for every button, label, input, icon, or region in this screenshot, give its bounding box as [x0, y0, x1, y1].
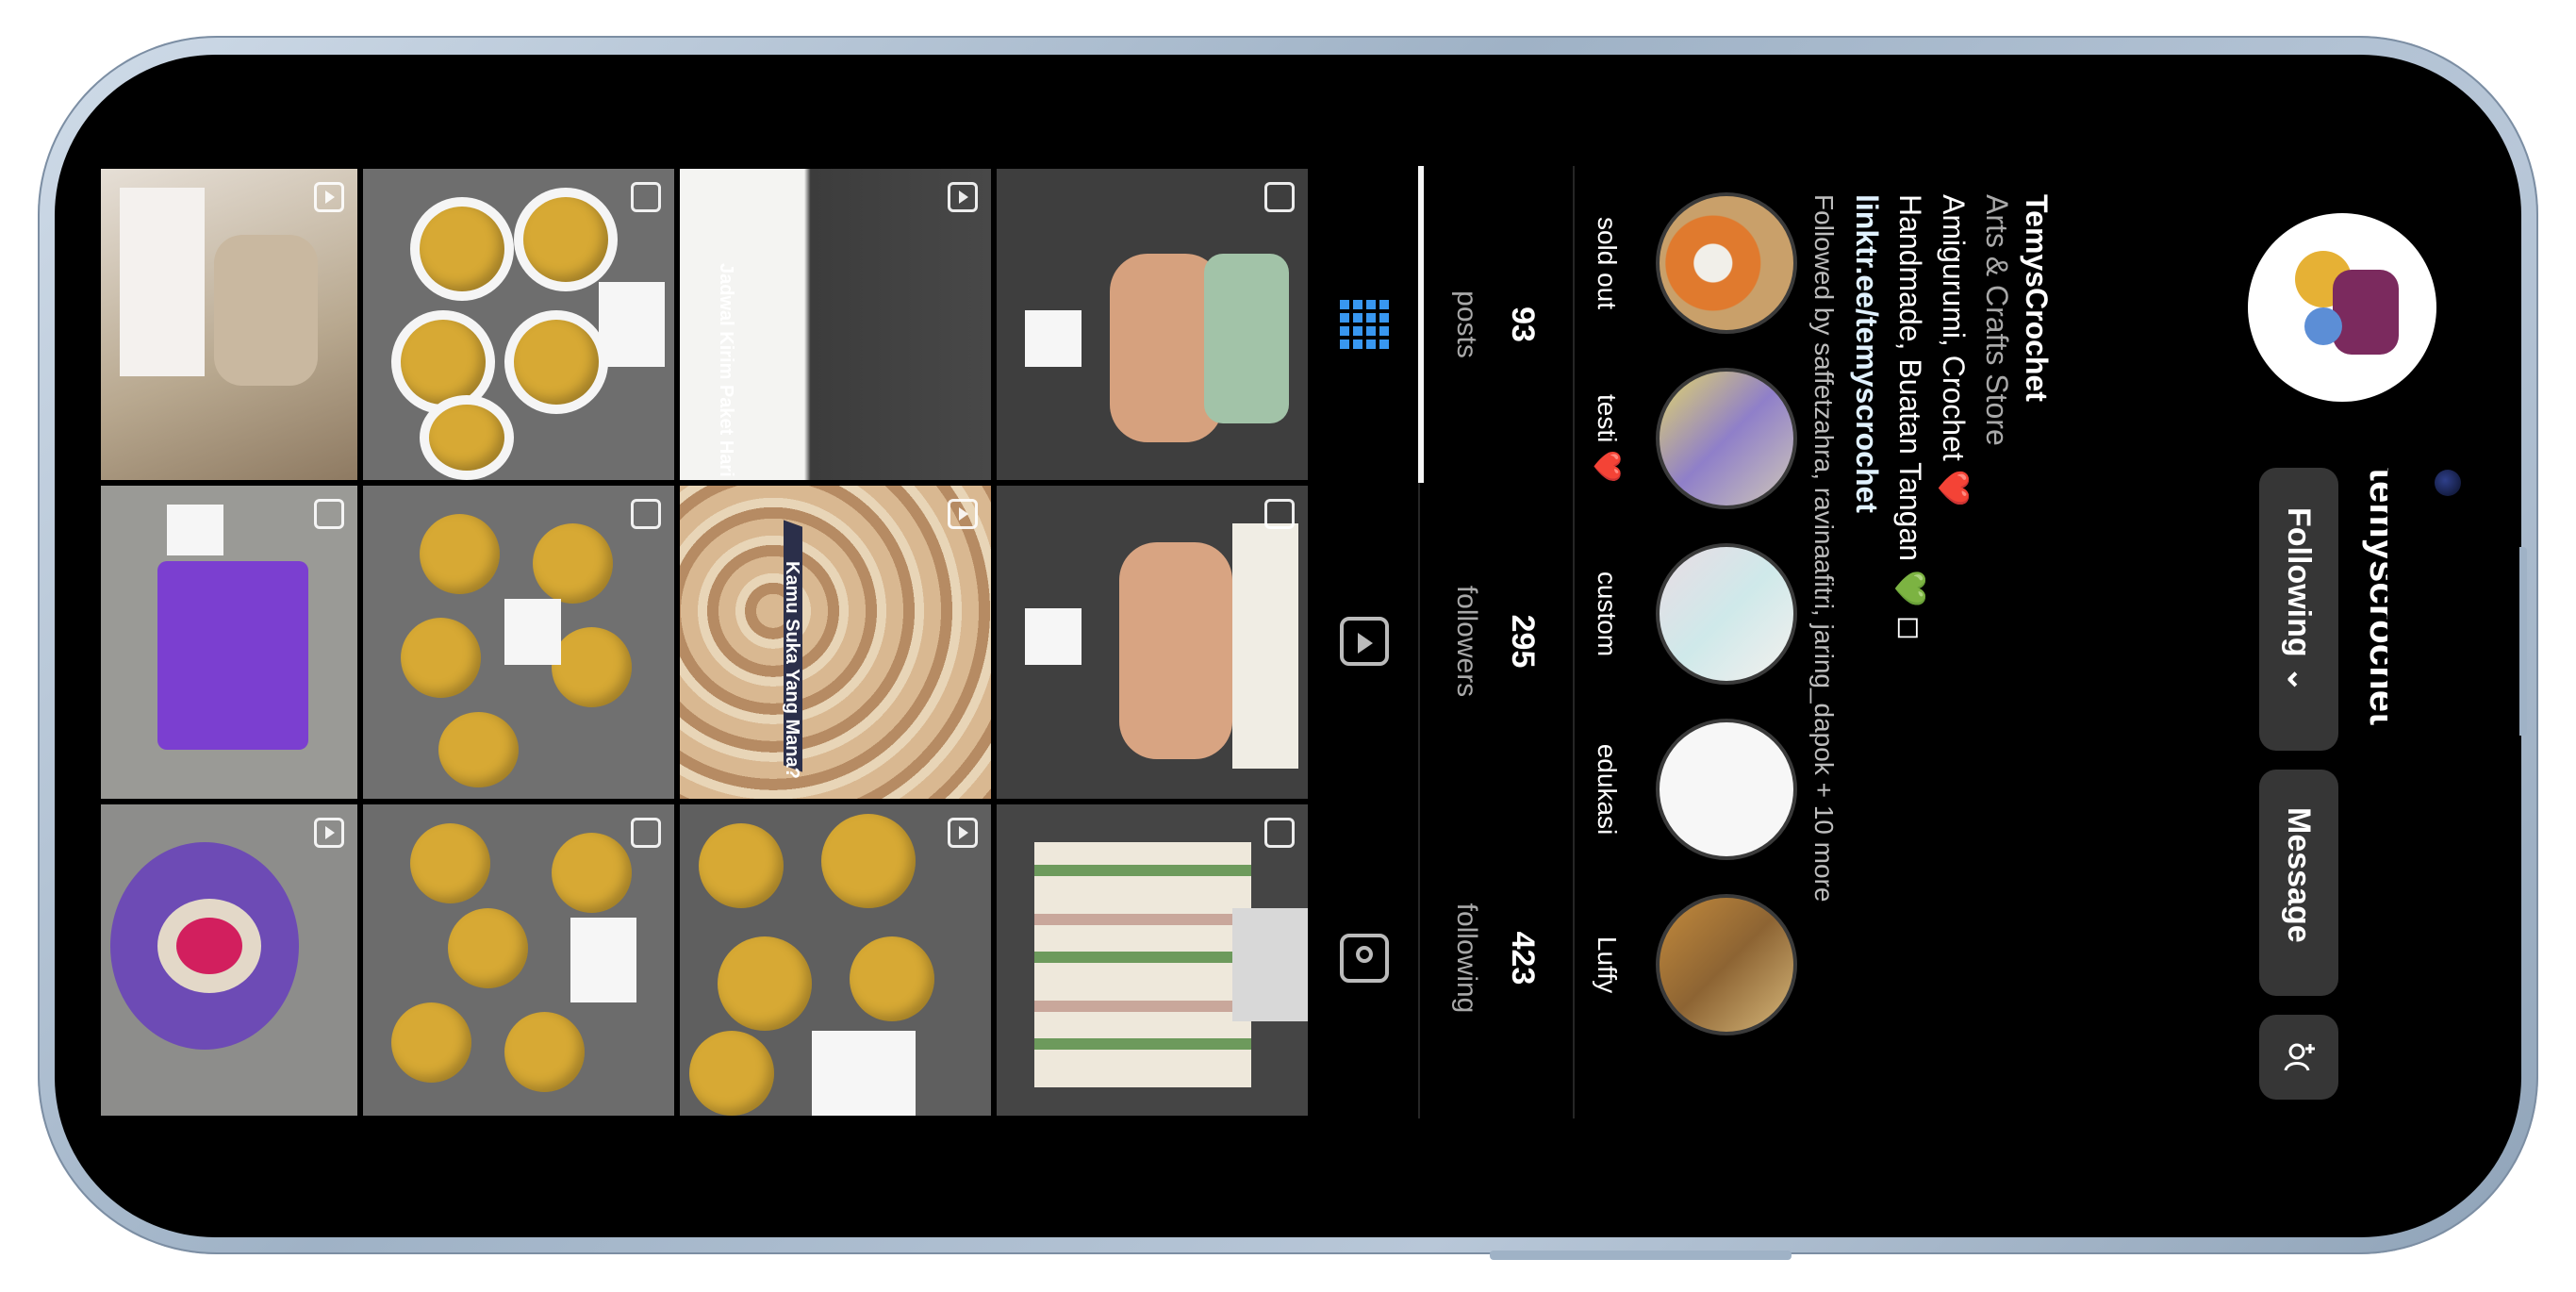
bio-line: Handmade, Buatan Tangan 💚 ◻ — [1893, 194, 1927, 641]
tab-grid[interactable] — [1314, 166, 1414, 483]
stat-posts[interactable]: 93 posts — [1424, 166, 1571, 483]
highlight-cover — [1656, 192, 1797, 334]
bottom-button — [1490, 1251, 1792, 1260]
reel-indicator-icon — [314, 818, 344, 848]
bio-line: Amigurumi, Crochet ❤️ — [1937, 194, 1971, 507]
highlight-item[interactable]: custom — [1575, 526, 1801, 702]
reel-indicator-icon — [948, 182, 978, 212]
carousel-indicator-icon — [631, 818, 661, 848]
stat-label: followers — [1451, 585, 1482, 698]
stat-value: 295 — [1505, 614, 1541, 669]
grid-icon — [1340, 300, 1389, 349]
profile-stats: 93 posts 295 followers 423 following — [1424, 166, 1575, 1118]
front-camera-icon — [2435, 470, 2461, 496]
carousel-indicator-icon — [1264, 818, 1295, 848]
story-highlights: sold out testi ❤️ custom edukasi Luffy — [1575, 166, 1801, 1118]
highlight-item[interactable]: testi ❤️ — [1575, 351, 1801, 526]
display-name: TemysCrochet — [2020, 194, 2054, 402]
stat-label: posts — [1451, 290, 1482, 358]
post-thumbnail[interactable] — [360, 802, 677, 1118]
highlight-cover — [1656, 894, 1797, 1035]
profile-category: Arts & Crafts Store — [1980, 194, 2014, 446]
post-thumbnail[interactable] — [994, 802, 1311, 1118]
carousel-indicator-icon — [1264, 499, 1295, 529]
profile-avatar[interactable] — [2248, 213, 2436, 402]
post-thumbnail[interactable] — [360, 483, 677, 802]
reels-icon — [1340, 617, 1389, 666]
highlight-label: testi ❤️ — [1593, 394, 1622, 483]
profile-tabs — [1314, 166, 1420, 1118]
highlight-cover — [1656, 543, 1797, 685]
profile-bio: Followed by saffetzahra, ravinaafitri, j… — [1805, 194, 2054, 1081]
highlight-item[interactable]: sold out — [1575, 175, 1801, 351]
highlight-label: Luffy — [1593, 936, 1622, 994]
stat-followers[interactable]: 295 followers — [1424, 483, 1571, 800]
add-person-icon — [2284, 1043, 2315, 1071]
followed-by-text[interactable]: Followed by saffetzahra, ravinaafitri, j… — [1805, 194, 1842, 902]
reel-indicator-icon — [948, 499, 978, 529]
highlight-item[interactable]: Luffy — [1575, 877, 1801, 1052]
post-thumbnail[interactable] — [98, 483, 360, 802]
post-overlay-text: Jadwal Kirim Paket Hari Ini — [716, 263, 736, 483]
message-label: Message — [2281, 807, 2317, 943]
stat-label: following — [1451, 903, 1482, 1014]
highlight-cover — [1656, 719, 1797, 860]
highlight-cover — [1656, 368, 1797, 509]
post-thumbnail[interactable]: Kamu Suka Yang Mana? — [677, 483, 994, 802]
post-thumbnail[interactable] — [994, 483, 1311, 802]
bio-link[interactable]: linktr.ee/temyscrochet — [1848, 194, 1886, 513]
carousel-indicator-icon — [631, 499, 661, 529]
tab-tagged[interactable] — [1314, 800, 1414, 1117]
highlight-label: custom — [1593, 571, 1622, 657]
post-thumbnail[interactable] — [98, 166, 360, 483]
stat-value: 423 — [1505, 931, 1541, 986]
reel-indicator-icon — [948, 818, 978, 848]
post-thumbnail[interactable] — [98, 802, 360, 1118]
post-thumbnail[interactable] — [360, 166, 677, 483]
post-overlay-text: Kamu Suka Yang Mana? — [782, 561, 802, 779]
camera-notch — [2387, 421, 2519, 871]
post-thumbnail[interactable] — [677, 802, 994, 1118]
post-thumbnail[interactable] — [994, 166, 1311, 483]
stat-following[interactable]: 423 following — [1424, 800, 1571, 1117]
highlight-label: edukasi — [1593, 743, 1622, 836]
carousel-indicator-icon — [631, 182, 661, 212]
posts-grid: Jadwal Kirim Paket Hari Ini Kamu Suka Ya… — [98, 166, 1311, 1118]
message-button[interactable]: Message — [2259, 770, 2338, 996]
highlight-item[interactable]: edukasi — [1575, 702, 1801, 877]
highlight-label: sold out — [1593, 216, 1622, 310]
following-button[interactable]: Following ⌄ — [2259, 468, 2338, 751]
carousel-indicator-icon — [314, 499, 344, 529]
reel-indicator-icon — [314, 182, 344, 212]
carousel-indicator-icon — [1264, 182, 1295, 212]
add-person-button[interactable] — [2259, 1015, 2338, 1100]
instagram-profile-screen: Jadwal Kirim Paket Hari Ini Kamu Suka Ya… — [98, 166, 2467, 1128]
tagged-icon — [1340, 934, 1389, 983]
stat-value: 93 — [1505, 306, 1541, 342]
following-label: Following ⌄ — [2281, 507, 2317, 693]
post-thumbnail[interactable]: Jadwal Kirim Paket Hari Ini — [677, 166, 994, 483]
tab-reels[interactable] — [1314, 483, 1414, 800]
